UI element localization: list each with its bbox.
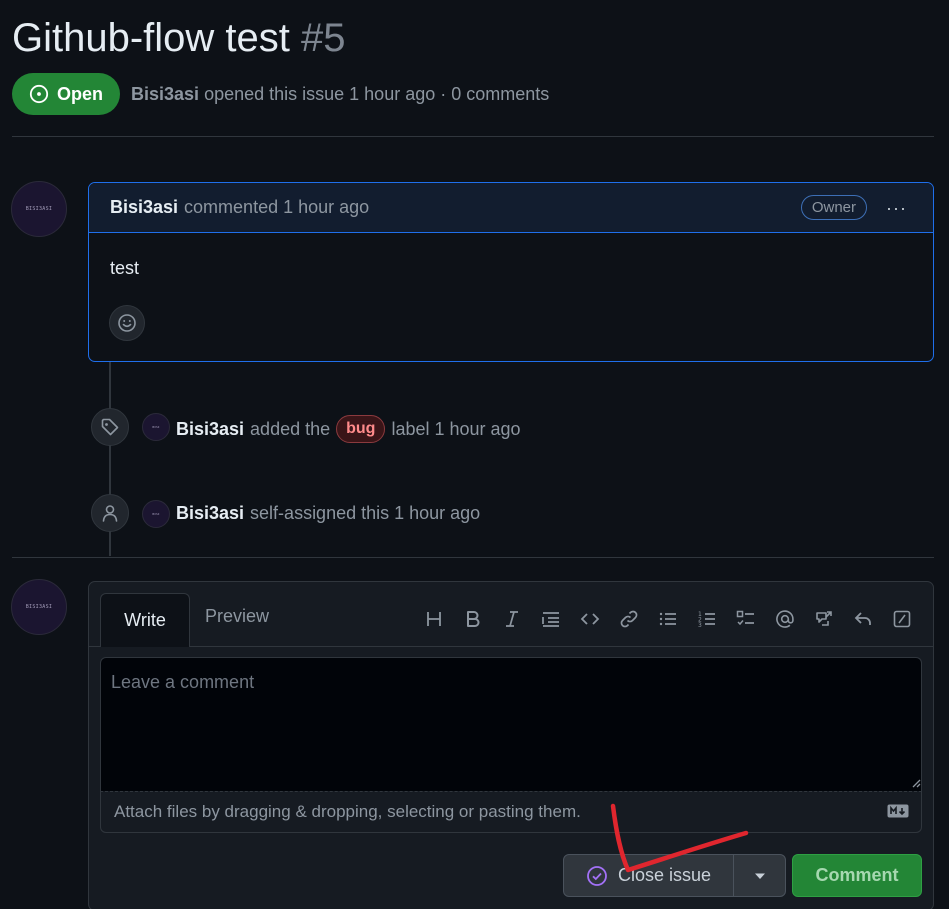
task-list-icon (736, 610, 754, 626)
reply-button[interactable] (843, 606, 882, 632)
event-actor-link[interactable]: Bisi3asi (176, 418, 244, 440)
issue-state-badge: Open (12, 73, 120, 115)
tab-preview[interactable]: Preview (205, 606, 269, 627)
comment-author-link[interactable]: Bisi3asi (110, 197, 178, 218)
mention-icon (775, 610, 794, 628)
comment-button[interactable]: Comment (792, 854, 922, 897)
bug-label[interactable]: bug (336, 415, 386, 443)
quote-button[interactable] (531, 606, 570, 632)
owner-badge: Owner (800, 195, 867, 220)
cross-reference-button[interactable] (804, 606, 843, 632)
comment-body: test (110, 258, 140, 278)
resize-grip-icon[interactable] (911, 778, 921, 788)
issue-comment: Bisi3asi commented 1 hour ago Owner ··· … (88, 182, 934, 362)
issue-meta: Bisi3asi opened this issue 1 hour ago · … (131, 83, 549, 105)
task-list-button[interactable] (726, 606, 765, 632)
tag-icon (101, 418, 119, 436)
close-issue-button[interactable]: Close issue (563, 854, 734, 897)
issue-number: #5 (301, 16, 346, 60)
unordered-list-button[interactable] (648, 606, 687, 632)
bold-button[interactable] (453, 606, 492, 632)
attach-hint: Attach files by dragging & dropping, sel… (114, 802, 581, 821)
heading-icon (426, 612, 441, 626)
add-reaction-button[interactable] (109, 305, 145, 341)
mention-button[interactable] (765, 606, 804, 632)
code-button[interactable] (570, 606, 609, 632)
slash-command-button[interactable] (882, 606, 921, 632)
link-icon (620, 610, 637, 628)
issue-meta-text: opened this issue 1 hour ago · 0 comment… (204, 84, 550, 104)
attach-files-bar[interactable]: Attach files by dragging & dropping, sel… (100, 791, 922, 833)
comment-textarea[interactable] (100, 657, 922, 791)
issue-title: Github-flow test #5 (12, 12, 346, 64)
timeline-label-event-icon (91, 408, 129, 446)
italic-button[interactable] (492, 606, 531, 632)
comment-timestamp[interactable]: commented 1 hour ago (184, 197, 369, 218)
check-circle-icon (587, 865, 607, 886)
tab-write[interactable]: Write (100, 593, 190, 647)
event-text: self-assigned this 1 hour ago (250, 503, 481, 523)
reply-icon (854, 612, 871, 625)
issue-state-label: Open (56, 83, 103, 104)
event-text: label 1 hour ago (391, 419, 521, 439)
avatar[interactable]: BISI3ASI (11, 181, 67, 237)
link-button[interactable] (609, 606, 648, 632)
ordered-list-button[interactable]: 123 (687, 606, 726, 632)
avatar[interactable]: BISI (142, 500, 170, 528)
event-text: added the (250, 419, 331, 439)
bold-icon (466, 611, 479, 627)
issue-title-text: Github-flow test (12, 16, 290, 60)
person-icon (102, 505, 118, 522)
cross-reference-icon (815, 611, 832, 626)
ordered-list-icon: 123 (698, 611, 715, 629)
close-options-dropdown[interactable] (733, 854, 786, 897)
comment-more-button[interactable]: ··· (886, 198, 907, 219)
tabs-divider (89, 646, 933, 647)
italic-icon (505, 611, 518, 627)
timeline-assign-event-icon (91, 494, 129, 532)
avatar[interactable]: BISI3ASI (11, 579, 67, 635)
timeline-event-label: Bisi3asi added the bug label 1 hour ago (176, 415, 521, 443)
markdown-icon[interactable] (887, 804, 909, 818)
new-comment-form: Write Preview 123 Attach files by draggi… (88, 581, 934, 909)
issue-open-icon (29, 84, 49, 104)
avatar[interactable]: BISI (142, 413, 170, 441)
slash-command-icon (893, 610, 910, 628)
code-icon (580, 613, 599, 625)
markdown-toolbar: 123 (414, 606, 921, 632)
close-issue-label: Close issue (617, 865, 712, 885)
header-divider (12, 136, 934, 137)
timeline-event-assign: Bisi3asi self-assigned this 1 hour ago (176, 502, 480, 524)
svg-text:3: 3 (698, 622, 702, 629)
unordered-list-icon (659, 612, 676, 626)
quote-icon (541, 612, 559, 627)
issue-author-link[interactable]: Bisi3asi (131, 84, 199, 104)
event-actor-link[interactable]: Bisi3asi (176, 502, 244, 524)
smiley-icon (118, 314, 136, 332)
heading-button[interactable] (414, 606, 453, 632)
chevron-down-icon (754, 873, 765, 879)
timeline-divider (12, 557, 934, 558)
